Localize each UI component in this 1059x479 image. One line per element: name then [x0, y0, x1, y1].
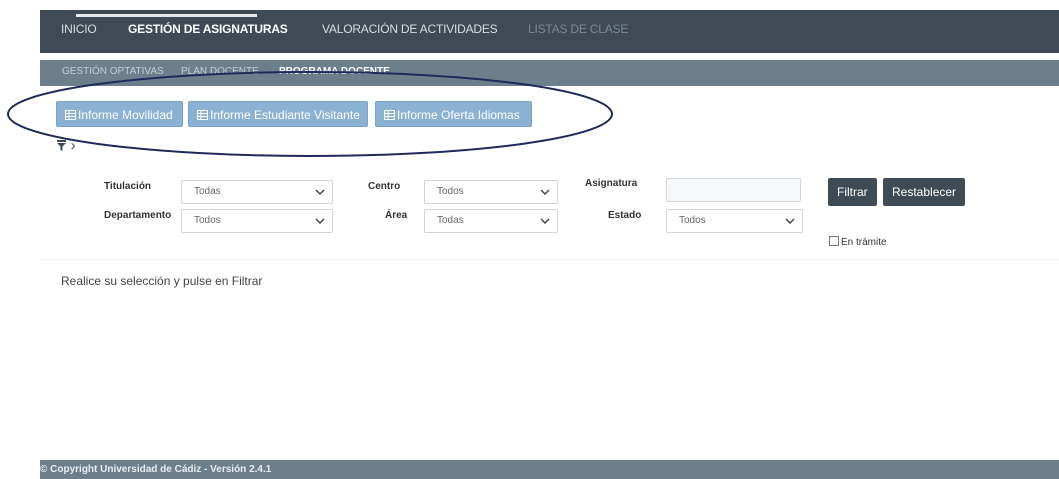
informe-estudiante-visitante-label: Informe Estudiante Visitante — [210, 108, 360, 122]
estado-value: Todos — [679, 215, 706, 226]
informe-oferta-idiomas-button[interactable]: Informe Oferta Idiomas — [375, 101, 532, 127]
departamento-value: Todos — [194, 215, 221, 226]
copyright-text: © Copyright Universidad de Cádiz - Versi… — [40, 464, 272, 475]
titulacion-label: Titulación — [104, 181, 152, 192]
subnav-item-programa-docente[interactable]: PROGRAMA DOCENTE — [279, 66, 390, 77]
chevron-right-icon: › — [70, 137, 76, 154]
chevron-down-icon — [540, 189, 550, 196]
centro-value: Todos — [437, 186, 464, 197]
informe-oferta-idiomas-label: Informe Oferta Idiomas — [397, 108, 520, 122]
informe-movilidad-button[interactable]: Informe Movilidad — [56, 101, 183, 127]
nav-item-gestion-asignaturas[interactable]: GESTIÓN DE ASIGNATURAS — [128, 22, 288, 36]
empty-state-message: Realice su selección y pulse en Filtrar — [61, 274, 263, 288]
informe-estudiante-visitante-button[interactable]: Informe Estudiante Visitante — [188, 101, 368, 127]
en-tramite-checkbox[interactable]: En trámite — [829, 236, 887, 248]
filtrar-button[interactable]: Filtrar — [828, 178, 877, 206]
chevron-down-icon — [315, 189, 325, 196]
area-value: Todas — [437, 215, 464, 226]
active-tab-indicator — [76, 14, 257, 17]
filters-divider — [40, 259, 1059, 260]
nav-item-valoracion-actividades[interactable]: VALORACIÓN DE ACTIVIDADES — [322, 22, 498, 36]
area-select[interactable]: Todas — [424, 209, 558, 233]
estado-label: Estado — [608, 210, 642, 221]
nav-item-inicio[interactable]: INICIO — [61, 22, 97, 36]
nav-item-listas-clase[interactable]: LISTAS DE CLASE — [528, 22, 628, 36]
restablecer-button[interactable]: Restablecer — [883, 178, 966, 206]
asignatura-label: Asignatura — [585, 178, 638, 189]
filter-toggle[interactable]: › — [57, 137, 76, 154]
informe-movilidad-label: Informe Movilidad — [78, 108, 173, 122]
area-label: Área — [385, 210, 408, 221]
titulacion-select[interactable]: Todas — [181, 180, 333, 204]
en-tramite-label: En trámite — [841, 237, 887, 248]
departamento-label: Departamento — [104, 210, 172, 221]
centro-label: Centro — [368, 181, 401, 192]
chevron-down-icon — [785, 218, 795, 225]
titulacion-value: Todas — [194, 186, 221, 197]
departamento-select[interactable]: Todos — [181, 209, 333, 233]
table-icon — [197, 110, 208, 120]
checkbox-icon[interactable] — [829, 236, 839, 246]
filter-icon — [57, 140, 66, 151]
chevron-down-icon — [315, 218, 325, 225]
centro-select[interactable]: Todos — [424, 180, 558, 204]
subnav-item-plan-docente[interactable]: PLAN DOCENTE — [181, 66, 259, 77]
chevron-down-icon — [540, 218, 550, 225]
asignatura-input[interactable] — [666, 178, 801, 202]
table-icon — [65, 110, 76, 120]
estado-select[interactable]: Todos — [666, 209, 803, 233]
footer: © Copyright Universidad de Cádiz - Versi… — [40, 460, 1059, 479]
subnav-item-gestion-optativas[interactable]: GESTIÓN OPTATIVAS — [62, 66, 164, 77]
table-icon — [384, 110, 395, 120]
